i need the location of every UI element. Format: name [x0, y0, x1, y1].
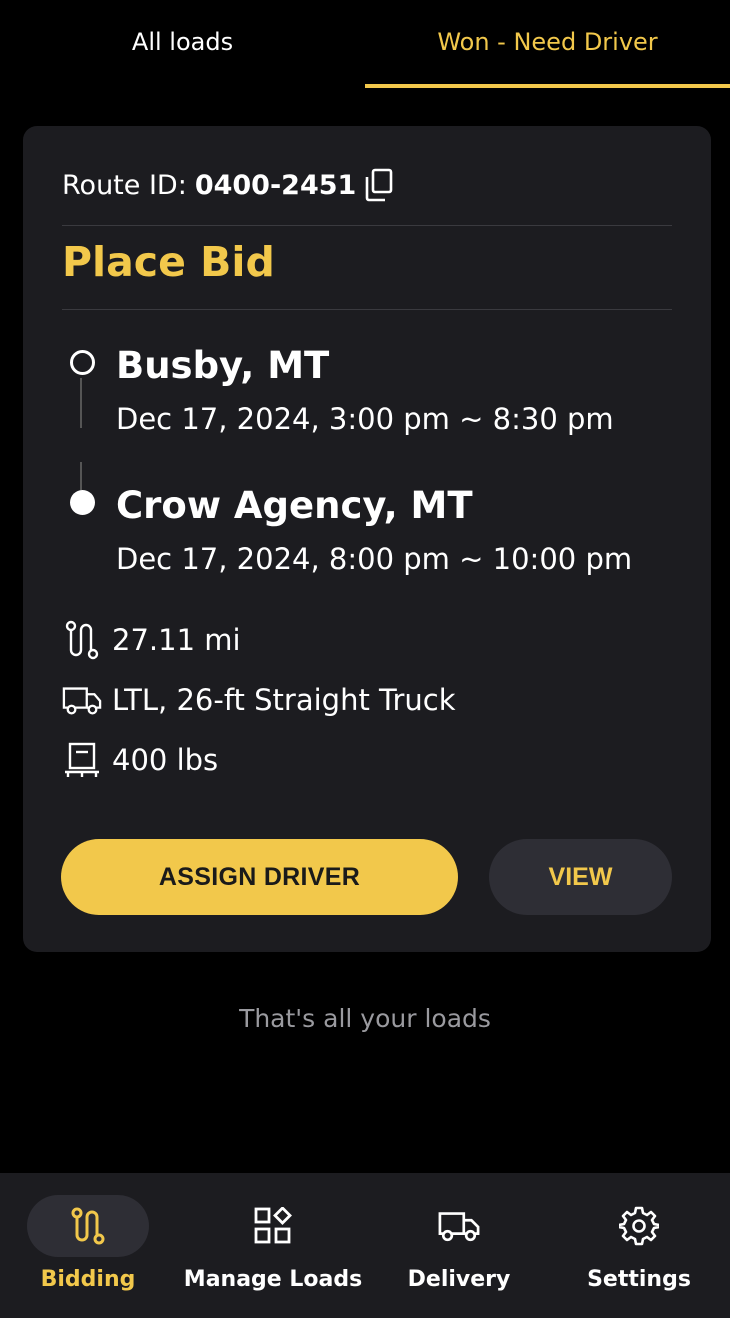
- gear-icon: [618, 1205, 660, 1247]
- weight-row: 400 lbs: [62, 740, 218, 780]
- destination-marker-icon: [70, 490, 95, 515]
- grid-icon: [252, 1205, 294, 1247]
- origin-marker-icon: [70, 350, 95, 375]
- load-card: Route ID: 0400-2451 Place Bid Busby, MT …: [23, 126, 711, 952]
- nav-manage-loads-label: Manage Loads: [183, 1267, 363, 1292]
- divider-top: [62, 225, 672, 226]
- timeline-connector-bottom: [80, 462, 82, 490]
- route-distance-icon: [62, 620, 102, 660]
- tab-all-loads[interactable]: All loads: [0, 0, 365, 88]
- equipment-value: LTL, 26-ft Straight Truck: [112, 683, 456, 717]
- destination-time: Dec 17, 2024, 8:00 pm ~ 10:00 pm: [116, 542, 633, 576]
- nav-settings[interactable]: Settings: [548, 1173, 730, 1318]
- nav-delivery[interactable]: Delivery: [370, 1173, 548, 1318]
- load-status: Place Bid: [62, 238, 275, 286]
- route-icon: [67, 1205, 109, 1247]
- tab-won-need-driver-label: Won - Need Driver: [437, 28, 658, 56]
- equipment-row: LTL, 26-ft Straight Truck: [62, 680, 456, 720]
- bottom-navigation: Bidding Manage Loads Delivery Settings: [0, 1173, 730, 1318]
- route-id-label: Route ID:: [62, 169, 187, 201]
- copy-icon[interactable]: [364, 168, 394, 202]
- tab-won-need-driver[interactable]: Won - Need Driver: [365, 0, 730, 88]
- nav-bidding[interactable]: Bidding: [0, 1173, 176, 1318]
- view-button[interactable]: VIEW: [489, 839, 672, 915]
- route-id-row: Route ID: 0400-2451: [62, 168, 394, 202]
- nav-settings-label: Settings: [587, 1267, 691, 1292]
- divider-bottom: [62, 309, 672, 310]
- nav-delivery-label: Delivery: [407, 1267, 511, 1292]
- truck-icon: [62, 680, 102, 720]
- end-of-list-message: That's all your loads: [239, 1004, 491, 1033]
- pallet-icon: [62, 740, 102, 780]
- nav-bidding-label: Bidding: [40, 1267, 136, 1292]
- timeline-connector-top: [80, 378, 82, 428]
- origin-time: Dec 17, 2024, 3:00 pm ~ 8:30 pm: [116, 402, 614, 436]
- distance-value: 27.11 mi: [112, 623, 241, 657]
- destination-city: Crow Agency, MT: [116, 484, 473, 527]
- truck-icon: [438, 1205, 480, 1247]
- distance-row: 27.11 mi: [62, 620, 241, 660]
- assign-driver-button[interactable]: ASSIGN DRIVER: [61, 839, 458, 915]
- weight-value: 400 lbs: [112, 743, 219, 777]
- nav-manage-loads[interactable]: Manage Loads: [176, 1173, 370, 1318]
- route-id-value: 0400-2451: [194, 169, 357, 201]
- load-tabs: All loads Won - Need Driver: [0, 0, 730, 88]
- tab-all-loads-label: All loads: [131, 28, 234, 56]
- origin-city: Busby, MT: [116, 344, 330, 387]
